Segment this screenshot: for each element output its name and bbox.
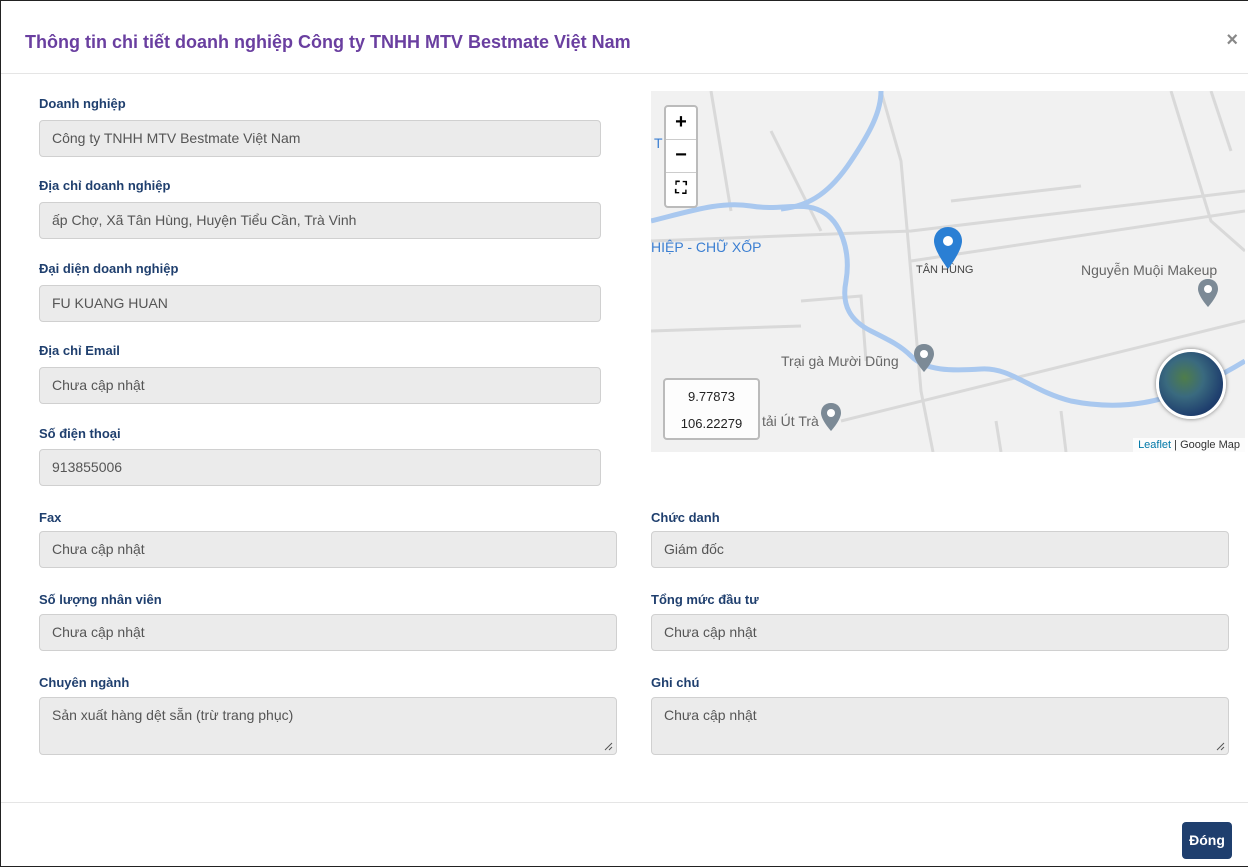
- resize-handle-icon[interactable]: [1216, 742, 1225, 751]
- map-label-ut-tra: tải Út Trà: [762, 413, 819, 429]
- address-label: Địa chỉ doanh nghiệp: [39, 178, 171, 193]
- position-label: Chức danh: [651, 510, 720, 525]
- industry-value: Sản xuất hàng dệt sẵn (trừ trang phục): [52, 707, 294, 723]
- modal-title: Thông tin chi tiết doanh nghiệp Công ty …: [25, 32, 631, 52]
- longitude-value: 106.22279: [680, 416, 743, 431]
- employees-field[interactable]: Chưa cập nhật: [39, 614, 617, 651]
- employees-label: Số lượng nhân viên: [39, 592, 162, 607]
- note-textarea[interactable]: Chưa cập nhật: [651, 697, 1229, 755]
- fax-field[interactable]: Chưa cập nhật: [39, 531, 617, 568]
- location-map[interactable]: + − ⛶ T HIỆP - CHỮ XỐP TÂN HÙNG Nguyễn M…: [651, 91, 1245, 452]
- industry-textarea[interactable]: Sản xuất hàng dệt sẵn (trừ trang phục): [39, 697, 617, 755]
- latitude-value: 9.77873: [688, 389, 735, 404]
- attribution-text: | Google Map: [1174, 439, 1240, 451]
- address-field[interactable]: ấp Chợ, Xã Tân Hùng, Huyện Tiểu Cần, Trà…: [39, 202, 601, 239]
- investment-label: Tổng mức đầu tư: [651, 592, 759, 607]
- map-label-hiep: HIỆP - CHỮ XỐP: [651, 239, 762, 255]
- poi-marker-icon[interactable]: [821, 403, 841, 431]
- zoom-out-button[interactable]: −: [666, 140, 696, 173]
- coordinate-readout: 9.77873 106.22279: [663, 378, 760, 440]
- zoom-control: + − ⛶: [664, 105, 698, 208]
- phone-label: Số điện thoại: [39, 426, 121, 441]
- modal-header: Thông tin chi tiết doanh nghiệp Công ty …: [1, 1, 1248, 74]
- modal-footer: [1, 802, 1248, 868]
- industry-label: Chuyên ngành: [39, 675, 130, 690]
- position-field[interactable]: Giám đốc: [651, 531, 1229, 568]
- layer-switcher-globe-icon[interactable]: [1156, 349, 1226, 419]
- leaflet-link[interactable]: Leaflet: [1138, 439, 1171, 451]
- email-label: Địa chỉ Email: [39, 343, 120, 358]
- phone-field[interactable]: 913855006: [39, 449, 601, 486]
- close-icon[interactable]: ×: [1226, 30, 1238, 50]
- map-attribution: Leaflet | Google Map: [1133, 438, 1245, 452]
- fullscreen-icon[interactable]: ⛶: [666, 173, 696, 206]
- representative-label: Đại diện doanh nghiệp: [39, 261, 179, 276]
- map-label-farm: Trại gà Mười Dũng: [781, 353, 899, 369]
- representative-field[interactable]: FU KUANG HUAN: [39, 285, 601, 322]
- close-button[interactable]: Đóng: [1182, 822, 1232, 859]
- email-field[interactable]: Chưa cập nhật: [39, 367, 601, 404]
- business-label: Doanh nghiệp: [39, 96, 126, 111]
- note-value: Chưa cập nhật: [664, 707, 757, 723]
- location-marker-icon[interactable]: [934, 227, 962, 269]
- note-label: Ghi chú: [651, 675, 700, 690]
- poi-marker-icon[interactable]: [914, 344, 934, 372]
- business-field[interactable]: Công ty TNHH MTV Bestmate Việt Nam: [39, 120, 601, 157]
- map-label-edge: T: [654, 135, 663, 151]
- poi-marker-icon[interactable]: [1198, 279, 1218, 307]
- business-detail-modal: Thông tin chi tiết doanh nghiệp Công ty …: [0, 0, 1248, 867]
- investment-field[interactable]: Chưa cập nhật: [651, 614, 1229, 651]
- fax-label: Fax: [39, 510, 62, 525]
- resize-handle-icon[interactable]: [604, 742, 613, 751]
- zoom-in-button[interactable]: +: [666, 107, 696, 140]
- map-label-makeup: Nguyễn Muội Makeup: [1081, 262, 1218, 278]
